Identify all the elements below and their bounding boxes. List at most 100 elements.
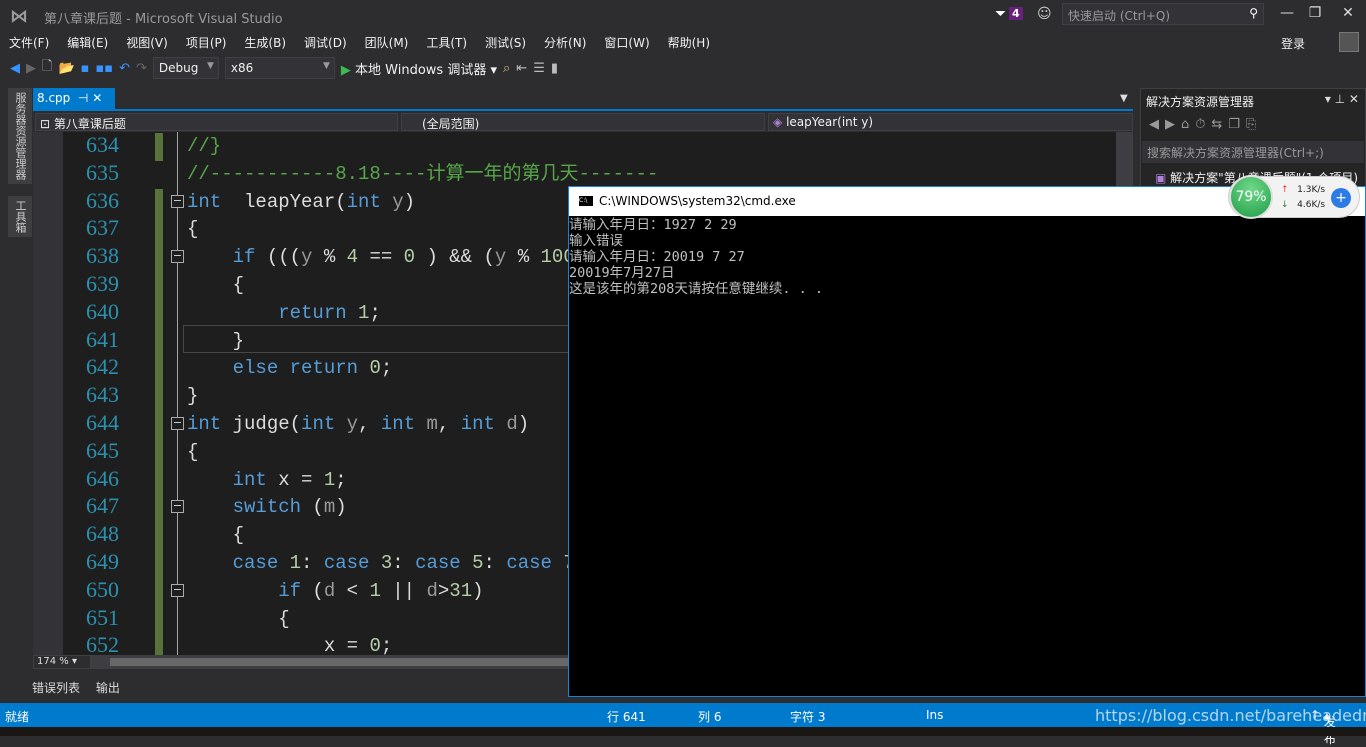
forward-icon[interactable]: ▶ bbox=[26, 61, 36, 76]
menu-item[interactable]: 编辑(E) bbox=[58, 32, 117, 53]
start-debugging-button[interactable]: ▶ 本地 Windows 调试器 ▾ bbox=[341, 59, 497, 78]
menu-item[interactable]: 视图(V) bbox=[117, 32, 177, 53]
collapse-icon[interactable]: − bbox=[171, 417, 184, 430]
minimize-button[interactable]: — bbox=[1272, 5, 1302, 21]
menu-item[interactable]: 团队(M) bbox=[356, 32, 418, 53]
change-marker bbox=[155, 577, 163, 606]
code-line[interactable]: case 1: case 3: case 5: case 7 bbox=[187, 552, 575, 574]
upload-arrow-icon: ↑ bbox=[1281, 185, 1289, 195]
close-tab-icon[interactable]: ✕ bbox=[92, 91, 102, 105]
restore-button[interactable]: ❐ bbox=[1300, 5, 1330, 21]
output-tab[interactable]: 输出 bbox=[96, 681, 120, 695]
comment-icon[interactable]: ☰ bbox=[533, 61, 545, 76]
bookmark-icon[interactable]: ▮ bbox=[551, 61, 558, 76]
code-token: % bbox=[506, 246, 541, 269]
member-select[interactable]: ◈ leapYear(int y) bbox=[768, 113, 1133, 131]
code-token: m bbox=[323, 496, 336, 519]
status-char: 字符 3 bbox=[790, 710, 826, 724]
change-marker bbox=[155, 494, 163, 523]
line-number: 647 bbox=[86, 493, 119, 519]
redo-icon[interactable]: ↷ bbox=[136, 61, 147, 76]
code-token: { bbox=[187, 274, 245, 296]
quick-launch-input[interactable]: 快速启动 (Ctrl+Q) ⚲ bbox=[1062, 3, 1264, 25]
download-speed: ↓ 4.6K/s bbox=[1281, 200, 1325, 210]
find-icon[interactable]: ⌕ bbox=[503, 61, 510, 76]
toolbox-tab[interactable]: 工具箱 bbox=[8, 196, 32, 237]
plus-icon[interactable]: + bbox=[1331, 188, 1351, 208]
code-line[interactable]: if (((y % 4 == 0 ) && (y % 100 bbox=[187, 246, 575, 268]
menu-item[interactable]: 测试(S) bbox=[476, 32, 535, 53]
scope-select[interactable]: (全局范围) bbox=[401, 113, 765, 131]
step-icon[interactable]: ⇤ bbox=[516, 61, 527, 76]
collapse-icon[interactable]: − bbox=[171, 250, 184, 264]
menu-item[interactable]: 文件(F) bbox=[0, 32, 58, 53]
code-line[interactable]: switch (m) bbox=[187, 496, 347, 518]
menu-item[interactable]: 分析(N) bbox=[535, 32, 595, 53]
code-line[interactable]: { bbox=[187, 608, 289, 630]
menu-item[interactable]: 窗口(W) bbox=[595, 32, 658, 53]
code-line[interactable]: int leapYear(int y) bbox=[187, 191, 415, 213]
menu-item[interactable]: 帮助(H) bbox=[659, 32, 719, 53]
error-list-tab[interactable]: 错误列表 bbox=[32, 681, 80, 695]
menu-item[interactable]: 项目(P) bbox=[177, 32, 236, 53]
configuration-select[interactable]: Debug ▼ bbox=[152, 57, 219, 79]
code-token: int bbox=[346, 190, 381, 213]
user-avatar-icon[interactable] bbox=[1339, 32, 1359, 52]
undo-icon[interactable]: ↶ bbox=[119, 61, 130, 76]
code-line[interactable]: //-----------8.18----计算一年的第几天------- bbox=[187, 163, 658, 185]
notification-count[interactable]: 4 bbox=[1009, 7, 1023, 20]
solution-explorer-toolbar[interactable]: ◀▶⌂⏱⇆❐⎘ bbox=[1149, 117, 1262, 132]
code-line[interactable]: int judge(int y, int m, int d) bbox=[187, 413, 529, 435]
menu-item[interactable]: 调试(D) bbox=[295, 32, 356, 53]
visual-studio-logo-icon: ⋈ bbox=[10, 6, 28, 27]
code-line[interactable]: } bbox=[187, 385, 198, 407]
code-line[interactable]: //} bbox=[187, 135, 221, 157]
collapse-icon[interactable]: − bbox=[171, 583, 184, 597]
pin-icon[interactable]: ⊣ bbox=[78, 91, 88, 105]
save-all-icon[interactable]: ▪▪ bbox=[95, 61, 113, 76]
project-select[interactable]: ⊡ 第八章课后题 bbox=[35, 113, 398, 131]
save-icon[interactable]: ▪ bbox=[81, 61, 90, 76]
code-line[interactable]: return 1; bbox=[187, 302, 381, 324]
member-value: leapYear(int y) bbox=[786, 115, 874, 129]
server-explorer-tab[interactable]: 服务器资源管理器 bbox=[8, 88, 32, 184]
code-line[interactable]: { bbox=[187, 218, 198, 240]
menu-item[interactable]: 工具(T) bbox=[417, 32, 476, 53]
close-button[interactable]: ✕ bbox=[1333, 5, 1363, 21]
tab-dropdown-icon[interactable]: ▼ bbox=[1120, 93, 1128, 104]
cmd-window[interactable]: C:\ C:\WINDOWS\system32\cmd.exe 请输入年月日：19… bbox=[568, 186, 1366, 697]
open-file-icon[interactable]: 📂 bbox=[58, 61, 74, 76]
menu-item[interactable]: 生成(B) bbox=[235, 32, 295, 53]
line-number: 650 bbox=[86, 576, 119, 602]
code-line[interactable]: if (d < 1 || d>31) bbox=[187, 579, 483, 602]
platform-select[interactable]: x86 ▼ bbox=[224, 57, 335, 79]
new-project-icon[interactable]: 🗋 bbox=[42, 57, 52, 79]
panel-controls[interactable]: ▾ ⊥ ✕ bbox=[1325, 92, 1359, 106]
change-marker bbox=[155, 327, 163, 356]
notifications-flag-icon[interactable]: ⏷ bbox=[995, 6, 1006, 22]
code-token: leapYear( bbox=[221, 190, 347, 213]
code-line[interactable]: int x = 1; bbox=[187, 469, 347, 491]
code-line[interactable]: { bbox=[187, 524, 244, 546]
network-speed-widget[interactable]: 79% ↑ 1.3K/s ↓ 4.6K/s + bbox=[1228, 175, 1360, 219]
code-token: d bbox=[323, 579, 336, 602]
collapse-icon[interactable]: − bbox=[171, 500, 184, 514]
code-line[interactable]: x = 0; bbox=[187, 635, 392, 655]
feedback-icon[interactable]: ☺ bbox=[1037, 6, 1052, 22]
current-line-highlight bbox=[183, 325, 603, 353]
zoom-select[interactable]: 174 % ▾ bbox=[33, 655, 91, 669]
horizontal-scroll-thumb[interactable] bbox=[110, 658, 570, 666]
back-icon[interactable]: ◀ bbox=[10, 61, 20, 76]
code-token: case bbox=[506, 552, 552, 574]
line-number: 634 bbox=[86, 132, 119, 157]
code-token: int bbox=[187, 413, 222, 435]
login-link[interactable]: 登录 bbox=[1281, 35, 1305, 52]
code-line[interactable]: { bbox=[187, 441, 198, 463]
solution-search-input[interactable]: 搜索解决方案资源管理器(Ctrl+;) bbox=[1142, 141, 1364, 163]
document-tab-8cpp[interactable]: 8.cpp ⊣ ✕ bbox=[33, 88, 115, 110]
code-line[interactable]: { bbox=[187, 274, 244, 296]
code-line[interactable]: else return 0; bbox=[187, 357, 393, 379]
collapse-icon[interactable]: − bbox=[171, 194, 184, 208]
